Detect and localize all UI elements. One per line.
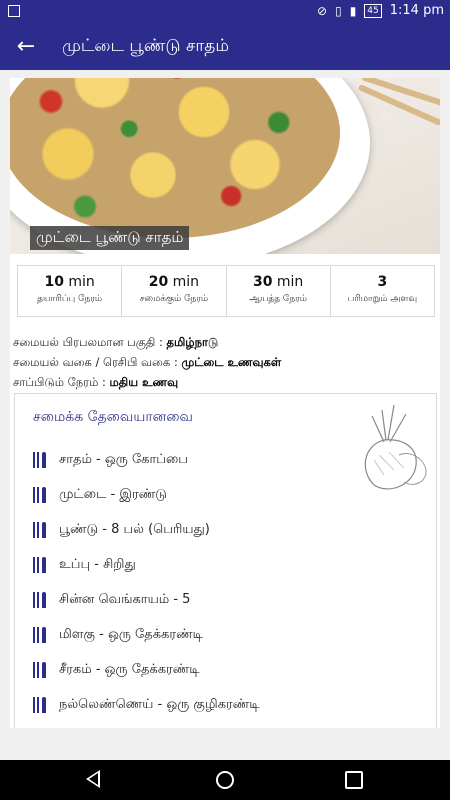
app-bar: ← முட்டை பூண்டு சாதம்: [0, 24, 450, 70]
info-value: மதிய உணவு: [109, 375, 179, 389]
stat-label: சமைக்கும் நேரம்: [139, 294, 209, 304]
stat-label: பரிமாறும் அளவு: [347, 294, 418, 304]
image-icon: [8, 5, 20, 17]
stat-unit: min: [172, 274, 200, 290]
info-label: சமையல் பிரபலமான பகுதி :: [13, 335, 163, 349]
info-label: சமையல் வகை / ரெசிபி வகை :: [13, 355, 178, 369]
fork-knife-icon: [33, 486, 47, 503]
recipe-stats: 10 min தயாரிப்பு நேரம் 20 min சமைக்கும் …: [17, 265, 435, 317]
info-meal-time: சாப்பிடும் நேரம் : மதிய உணவு: [13, 372, 433, 392]
list-item: சாதம் - ஒரு கோப்பை: [33, 442, 260, 477]
vegetable-illustration-icon: [364, 404, 427, 490]
info-type: சமையல் வகை / ரெசிபி வகை : முட்டை உணவுகள்: [13, 352, 433, 372]
ingredient-text: மிளகு - ஒரு தேக்கரண்டி: [59, 626, 203, 642]
nav-home-icon[interactable]: [216, 771, 234, 789]
status-icons: ⊘ ▯ ▮ 45 1:14 pm: [317, 3, 444, 18]
battery-icon: 45: [364, 3, 382, 18]
do-not-disturb-icon: ⊘: [317, 3, 328, 18]
list-item: பூண்டு - 8 பல் (பெரியது): [33, 512, 260, 547]
stat-total-time: 30 min ஆயத்த நேரம்: [227, 266, 331, 316]
stat-value: 30: [252, 274, 273, 290]
list-item: நல்லெண்ணெய் - ஒரு குழிகரண்டி: [33, 687, 260, 722]
recipe-info: சமையல் பிரபலமான பகுதி : தமிழ்நாடு சமையல்…: [13, 332, 433, 392]
fork-knife-icon: [33, 556, 47, 573]
page-title: முட்டை பூண்டு சாதம்: [62, 36, 230, 56]
list-item: சின்ன வெங்காயம் - 5: [33, 582, 260, 617]
stat-unit: min: [276, 274, 304, 290]
fork-knife-icon: [33, 521, 47, 538]
recipe-content: முட்டை பூண்டு சாதம் 10 min தயாரிப்பு நேர…: [10, 78, 440, 728]
list-item: முட்டை - இரண்டு: [33, 477, 260, 512]
ingredient-text: பூண்டு - 8 பல் (பெரியது): [59, 521, 210, 537]
stat-value: 3: [377, 274, 388, 290]
ingredient-text: முட்டை - இரண்டு: [59, 486, 167, 502]
stat-servings: 3 பரிமாறும் அளவு: [331, 266, 434, 316]
signal-icon: ▮: [349, 3, 357, 18]
list-item: உப்பு - சிறிது: [33, 547, 260, 582]
nav-recents-icon[interactable]: [345, 771, 363, 789]
fork-knife-icon: [33, 661, 47, 678]
info-value: முட்டை உணவுகள்: [181, 355, 282, 369]
ingredient-text: உப்பு - சிறிது: [59, 556, 136, 572]
status-bar: ⊘ ▯ ▮ 45 1:14 pm: [0, 0, 450, 24]
image-caption: முட்டை பூண்டு சாதம்: [30, 226, 190, 250]
stat-prep-time: 10 min தயாரிப்பு நேரம்: [18, 266, 123, 316]
ingredient-text: சாதம் - ஒரு கோப்பை: [59, 451, 188, 467]
clock: 1:14 pm: [389, 3, 444, 18]
vibrate-icon: ▯: [335, 3, 342, 18]
system-nav-bar: [0, 760, 450, 800]
ingredients-card: சமைக்க தேவையானவை சாதம் - ஒரு கோப்பை முட்…: [14, 393, 437, 728]
list-item: மிளகு - ஒரு தேக்கரண்டி: [33, 617, 260, 652]
nav-back-icon[interactable]: [86, 770, 100, 788]
fork-knife-icon: [33, 591, 47, 608]
recipe-image: முட்டை பூண்டு சாதம்: [10, 78, 440, 254]
fork-knife-icon: [33, 626, 47, 643]
stat-value: 10: [44, 274, 64, 290]
info-region: சமையல் பிரபலமான பகுதி : தமிழ்நாடு: [13, 332, 433, 352]
stat-value: 20: [148, 274, 169, 290]
stat-unit: min: [68, 274, 95, 290]
ingredient-text: சின்ன வெங்காயம் - 5: [59, 591, 191, 607]
ingredient-text: நல்லெண்ணெய் - ஒரு குழிகரண்டி: [59, 696, 260, 712]
info-value: தமிழ்நாடு: [166, 335, 219, 349]
arrow-left-icon[interactable]: ←: [12, 33, 40, 61]
fork-knife-icon: [33, 451, 47, 468]
ingredient-text: சீரகம் - ஒரு தேக்கரண்டி: [59, 661, 200, 677]
stat-label: தயாரிப்பு நேரம்: [37, 294, 103, 304]
ingredients-list: சாதம் - ஒரு கோப்பை முட்டை - இரண்டு பூண்ட…: [33, 442, 260, 722]
stat-label: ஆயத்த நேரம்: [249, 294, 307, 304]
fork-knife-icon: [33, 696, 47, 713]
info-label: சாப்பிடும் நேரம் :: [13, 375, 106, 389]
stat-cook-time: 20 min சமைக்கும் நேரம்: [122, 266, 227, 316]
list-item: சீரகம் - ஒரு தேக்கரண்டி: [33, 652, 260, 687]
ingredients-title: சமைக்க தேவையானவை: [33, 409, 193, 425]
